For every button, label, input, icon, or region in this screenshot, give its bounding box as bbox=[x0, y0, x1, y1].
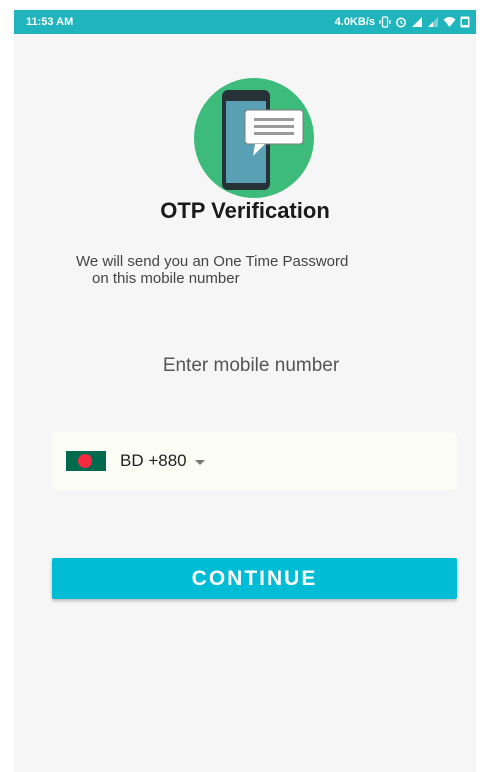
bangladesh-flag-icon bbox=[66, 451, 106, 471]
country-code-selector[interactable]: BD +880 bbox=[52, 432, 457, 490]
vibrate-icon bbox=[379, 16, 391, 28]
status-icons: 4.0KB/s bbox=[335, 16, 470, 28]
subtitle-line-1: We will send you an One Time Password bbox=[76, 253, 349, 270]
continue-button[interactable]: CONTINUE bbox=[52, 558, 457, 599]
wifi-icon bbox=[443, 16, 456, 28]
subtitle-line-2: on this mobile number bbox=[92, 270, 240, 287]
signal-weak-icon bbox=[427, 16, 439, 28]
page-subtitle: We will send you an One Time Password on… bbox=[76, 253, 436, 287]
page-title: OTP Verification bbox=[160, 198, 330, 223]
battery-icon bbox=[460, 16, 470, 28]
country-code-label: BD +880 bbox=[120, 451, 187, 470]
status-time: 11:53 AM bbox=[26, 16, 74, 28]
phone-message-icon bbox=[193, 77, 315, 199]
signal-icon bbox=[411, 16, 423, 28]
app-screen: 11:53 AM 4.0KB/s OTP Verification We wil… bbox=[14, 10, 476, 772]
alarm-icon bbox=[395, 16, 407, 28]
caret-down-icon[interactable] bbox=[194, 459, 205, 465]
status-bar: 11:53 AM 4.0KB/s bbox=[14, 10, 476, 34]
mobile-number-prompt: Enter mobile number bbox=[162, 355, 340, 376]
network-speed: 4.0KB/s bbox=[334, 16, 375, 28]
